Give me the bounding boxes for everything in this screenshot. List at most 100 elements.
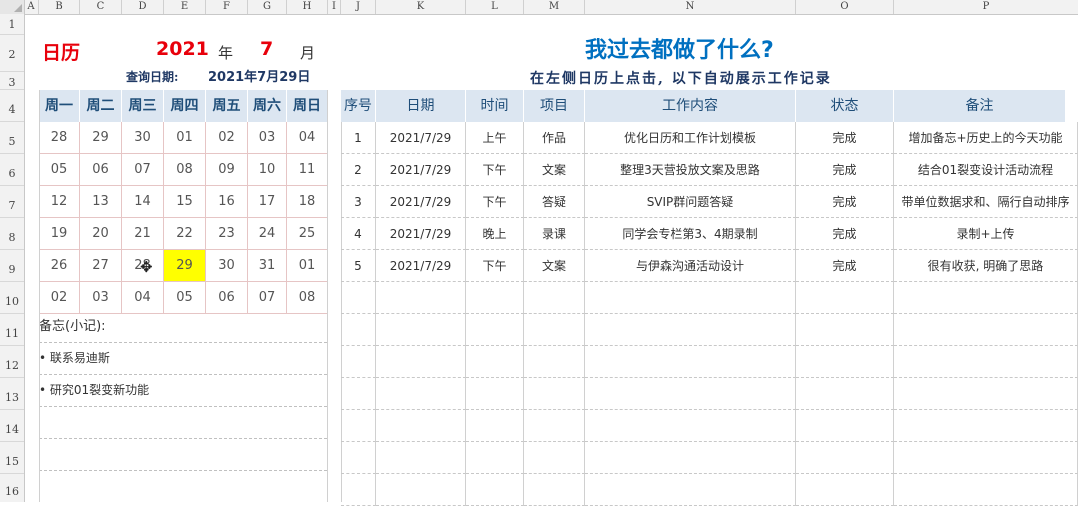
calendar-day-cell[interactable]: 26	[39, 250, 80, 282]
calendar-day-cell[interactable]: 30	[122, 122, 164, 154]
worklog-status-cell[interactable]: 完成	[796, 154, 894, 186]
calendar-day-cell[interactable]: 07	[122, 154, 164, 186]
calendar-day-cell[interactable]: 29	[80, 122, 122, 154]
calendar-day-cell[interactable]: 04	[122, 282, 164, 314]
col-header-k[interactable]: K	[376, 0, 466, 14]
calendar-day-cell[interactable]: 20	[80, 218, 122, 250]
worklog-content-cell[interactable]	[585, 314, 796, 346]
calendar-day-cell[interactable]: 06	[80, 154, 122, 186]
row-header-11[interactable]: 11	[0, 314, 24, 346]
col-header-c[interactable]: C	[80, 0, 122, 14]
worklog-notes-cell[interactable]	[894, 410, 1078, 442]
calendar-day-cell[interactable]: 06	[206, 282, 248, 314]
col-header-i[interactable]: I	[328, 0, 341, 14]
worklog-content-cell[interactable]	[585, 282, 796, 314]
col-header-d[interactable]: D	[122, 0, 164, 14]
calendar-day-cell[interactable]: 30	[206, 250, 248, 282]
worklog-content-cell[interactable]: SVIP群问题答疑	[585, 186, 796, 218]
calendar-day-cell[interactable]: 18	[287, 186, 328, 218]
worklog-project-cell[interactable]	[524, 410, 585, 442]
col-header-e[interactable]: E	[164, 0, 206, 14]
calendar-day-cell[interactable]: 14	[122, 186, 164, 218]
worklog-notes-cell[interactable]	[894, 282, 1078, 314]
memo-blank-line[interactable]	[39, 439, 327, 471]
calendar-day-cell[interactable]: 15	[164, 186, 206, 218]
worklog-time-cell[interactable]	[466, 282, 524, 314]
worklog-index-cell[interactable]: 5	[341, 250, 376, 282]
memo-item[interactable]: • 研究01裂变新功能	[39, 375, 327, 407]
worklog-content-cell[interactable]: 与伊森沟通活动设计	[585, 250, 796, 282]
calendar-day-cell[interactable]: 09	[206, 154, 248, 186]
worklog-date-cell[interactable]	[376, 378, 466, 410]
worklog-index-cell[interactable]	[341, 410, 376, 442]
worklog-content-cell[interactable]: 整理3天营投放文案及思路	[585, 154, 796, 186]
worklog-time-cell[interactable]	[466, 378, 524, 410]
row-header-8[interactable]: 8	[0, 218, 24, 250]
worklog-index-cell[interactable]: 1	[341, 122, 376, 154]
worklog-date-cell[interactable]	[376, 314, 466, 346]
calendar-year[interactable]: 2021	[156, 38, 209, 60]
col-header-p[interactable]: P	[894, 0, 1078, 14]
col-header-m[interactable]: M	[524, 0, 585, 14]
calendar-day-cell[interactable]: 19	[39, 218, 80, 250]
row-header-12[interactable]: 12	[0, 346, 24, 378]
worklog-project-cell[interactable]	[524, 378, 585, 410]
worklog-notes-cell[interactable]	[894, 474, 1078, 506]
worklog-content-cell[interactable]	[585, 410, 796, 442]
calendar-day-cell[interactable]: 08	[164, 154, 206, 186]
worklog-status-cell[interactable]: 完成	[796, 186, 894, 218]
worklog-time-cell[interactable]	[466, 442, 524, 474]
memo-blank-line[interactable]	[39, 407, 327, 439]
worklog-date-cell[interactable]	[376, 474, 466, 506]
worklog-time-cell[interactable]	[466, 410, 524, 442]
calendar-day-cell[interactable]: 10	[248, 154, 287, 186]
worklog-date-cell[interactable]: 2021/7/29	[376, 250, 466, 282]
worklog-time-cell[interactable]	[466, 474, 524, 506]
row-header-7[interactable]: 7	[0, 186, 24, 218]
worklog-notes-cell[interactable]: 录制+上传	[894, 218, 1078, 250]
worklog-notes-cell[interactable]: 结合01裂变设计活动流程	[894, 154, 1078, 186]
calendar-day-cell[interactable]: 23	[206, 218, 248, 250]
calendar-day-cell[interactable]: 01	[287, 250, 328, 282]
calendar-day-cell[interactable]: 03	[80, 282, 122, 314]
col-header-f[interactable]: F	[206, 0, 248, 14]
worklog-notes-cell[interactable]	[894, 314, 1078, 346]
worklog-project-cell[interactable]	[524, 474, 585, 506]
worklog-status-cell[interactable]	[796, 346, 894, 378]
row-header-13[interactable]: 13	[0, 378, 24, 410]
worklog-project-cell[interactable]	[524, 346, 585, 378]
worklog-status-cell[interactable]	[796, 378, 894, 410]
calendar-day-cell[interactable]: 22	[164, 218, 206, 250]
calendar-day-cell[interactable]: 05	[39, 154, 80, 186]
calendar-day-cell[interactable]: 21	[122, 218, 164, 250]
row-header-4[interactable]: 4	[0, 90, 24, 122]
col-header-n[interactable]: N	[585, 0, 796, 14]
worklog-status-cell[interactable]	[796, 474, 894, 506]
calendar-day-cell[interactable]: 31	[248, 250, 287, 282]
calendar-day-cell[interactable]: 11	[287, 154, 328, 186]
row-header-15[interactable]: 15	[0, 442, 24, 474]
calendar-day-cell[interactable]: 08	[287, 282, 328, 314]
worklog-status-cell[interactable]: 完成	[796, 250, 894, 282]
worklog-notes-cell[interactable]	[894, 378, 1078, 410]
worklog-time-cell[interactable]: 下午	[466, 250, 524, 282]
worklog-time-cell[interactable]: 下午	[466, 154, 524, 186]
calendar-day-cell[interactable]: 13	[80, 186, 122, 218]
worklog-status-cell[interactable]	[796, 314, 894, 346]
calendar-day-cell[interactable]: 04	[287, 122, 328, 154]
worklog-status-cell[interactable]	[796, 282, 894, 314]
worklog-status-cell[interactable]: 完成	[796, 122, 894, 154]
row-header-2[interactable]: 2	[0, 35, 24, 72]
calendar-day-cell[interactable]: 28	[39, 122, 80, 154]
calendar-day-cell[interactable]: 27	[80, 250, 122, 282]
calendar-day-cell[interactable]: 25	[287, 218, 328, 250]
calendar-day-cell[interactable]: 24	[248, 218, 287, 250]
worklog-date-cell[interactable]	[376, 346, 466, 378]
worklog-project-cell[interactable]: 录课	[524, 218, 585, 250]
calendar-day-cell[interactable]: 02	[206, 122, 248, 154]
col-header-h[interactable]: H	[287, 0, 328, 14]
calendar-day-cell[interactable]: 12	[39, 186, 80, 218]
memo-blank-line[interactable]	[39, 471, 327, 502]
calendar-day-cell[interactable]: 29	[164, 250, 206, 282]
select-all-corner[interactable]	[0, 0, 25, 14]
